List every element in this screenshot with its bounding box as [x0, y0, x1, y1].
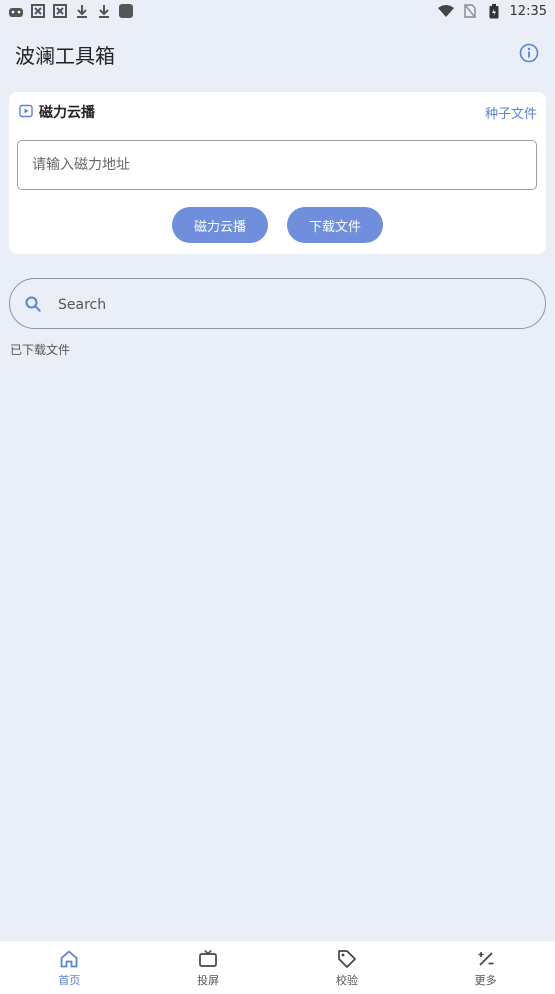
gamepad-icon [8, 3, 24, 19]
seed-file-link[interactable]: 种子文件 [485, 103, 537, 122]
download-file-button[interactable]: 下载文件 [287, 207, 383, 243]
nav-item-more[interactable]: 更多 [416, 941, 555, 994]
nav-item-home[interactable]: 首页 [0, 941, 139, 994]
nav-label: 首页 [58, 974, 81, 987]
clock: 12:35 [509, 3, 547, 19]
search-icon [24, 295, 42, 313]
nav-label: 更多 [474, 974, 497, 987]
downloaded-files-label: 已下载文件 [10, 343, 71, 357]
tv-icon [198, 949, 218, 969]
magnet-stream-button[interactable]: 磁力云播 [172, 207, 268, 243]
system-icons: 12:35 [437, 3, 547, 19]
percent-icon [476, 949, 496, 969]
play-icon [19, 103, 33, 122]
page-title: 波澜工具箱 [15, 44, 115, 68]
magnet-address-input[interactable] [17, 140, 537, 190]
download-icon [74, 3, 90, 19]
card-title: 磁力云播 [39, 105, 95, 121]
wifi-icon [437, 3, 454, 19]
app-notification-icon [30, 3, 46, 19]
app-header: 波澜工具箱 [0, 24, 555, 82]
no-sim-icon [462, 3, 478, 19]
square-app-icon [118, 3, 134, 19]
nav-label: 投屏 [197, 974, 220, 987]
nav-item-verify[interactable]: 校验 [278, 941, 417, 994]
info-icon[interactable] [519, 43, 539, 63]
tag-icon [337, 949, 357, 969]
download-icon [96, 3, 112, 19]
card-header: 磁力云播 [19, 102, 95, 122]
notification-icons [8, 3, 134, 19]
app-notification-icon [52, 3, 68, 19]
battery-icon [486, 3, 502, 19]
status-bar: 12:35 [0, 0, 555, 24]
nav-label: 校验 [335, 974, 358, 987]
magnet-card: 磁力云播 种子文件 磁力云播 下载文件 [9, 92, 546, 254]
search-box[interactable] [9, 278, 546, 329]
bottom-nav: 首页 投屏 校验 更多 [0, 940, 555, 994]
nav-item-cast[interactable]: 投屏 [139, 941, 278, 994]
home-icon [59, 949, 79, 969]
search-input[interactable] [56, 291, 520, 319]
